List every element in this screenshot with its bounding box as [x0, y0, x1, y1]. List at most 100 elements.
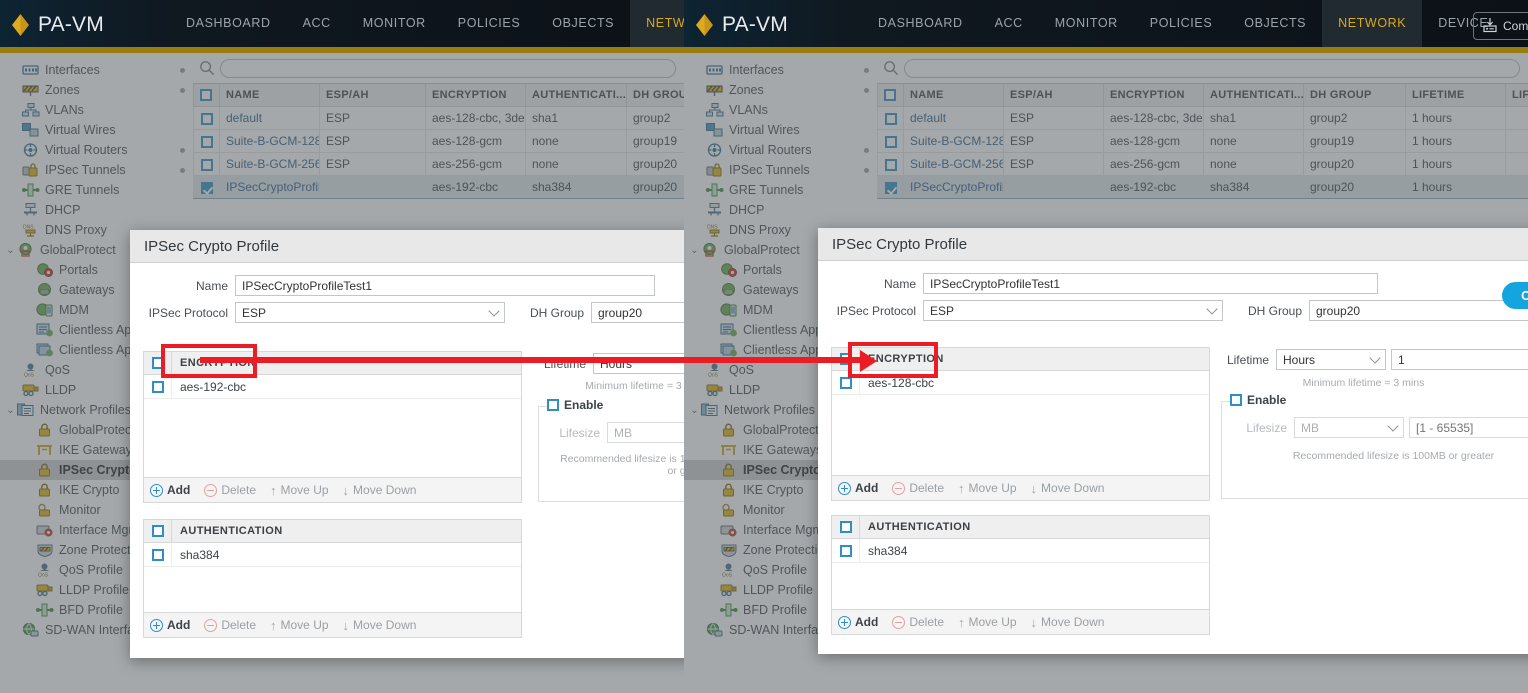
lifetime-unit-select[interactable]: Hours — [593, 353, 684, 374]
encryption-list-item[interactable]: aes-192-cbc — [144, 375, 521, 399]
encryption-select-all-cell[interactable] — [832, 348, 860, 370]
column-header-lif[interactable]: LIF — [1506, 84, 1528, 107]
authentication-delete-button[interactable]: Delete — [204, 618, 256, 632]
encryption-list-item[interactable]: aes-128-cbc — [832, 371, 1209, 395]
authentication-move-up-button[interactable]: ↑ Move Up — [270, 618, 329, 632]
nav-item-policies[interactable]: POLICIES — [1134, 0, 1228, 47]
sidebar-item-ipsec-tunnels[interactable]: IPSec Tunnels — [684, 160, 877, 180]
encryption-row-checkbox[interactable] — [152, 381, 164, 393]
column-header-authenticati[interactable]: AUTHENTICATI... — [1204, 84, 1304, 107]
ok-button[interactable]: OK — [1502, 282, 1528, 309]
sidebar-item-ipsec-tunnels[interactable]: IPSec Tunnels — [0, 160, 193, 180]
nav-item-monitor[interactable]: MONITOR — [1039, 0, 1134, 47]
authentication-listbox-after[interactable]: AUTHENTICATION sha384 Add — [831, 515, 1210, 635]
table-row[interactable]: Suite-B-GCM-256ESPaes-256-gcmnonegroup20… — [194, 153, 685, 176]
sidebar-item-gre-tunnels[interactable]: GRE Tunnels — [684, 180, 877, 200]
table-row[interactable]: Suite-B-GCM-256ESPaes-256-gcmnonegroup20… — [878, 153, 1528, 176]
sidebar-item-dhcp[interactable]: DHCP — [0, 200, 193, 220]
authentication-move-down-button[interactable]: ↓ Move Down — [343, 618, 417, 632]
encryption-select-all-checkbox[interactable] — [152, 357, 164, 369]
sidebar-item-virtual-routers[interactable]: Virtual Routers — [684, 140, 877, 160]
nav-item-policies[interactable]: POLICIES — [442, 0, 536, 47]
encryption-row-checkbox-cell[interactable] — [832, 371, 860, 394]
ipsec-protocol-select[interactable]: ESP — [235, 302, 505, 323]
lifesize-unit-select[interactable]: MB — [607, 422, 684, 443]
nav-item-dashboard[interactable]: DASHBOARD — [862, 0, 979, 47]
encryption-move-up-button[interactable]: ↑ Move Up — [958, 481, 1017, 495]
chevron-down-icon[interactable]: ⌄ — [4, 405, 17, 416]
column-header-name[interactable]: NAME — [220, 84, 320, 107]
table-row[interactable]: defaultESPaes-128-cbc, 3dessha1group21 h… — [878, 107, 1528, 130]
select-all-checkbox[interactable] — [884, 89, 896, 101]
authentication-list-item[interactable]: sha384 — [832, 539, 1209, 563]
name-input[interactable] — [235, 275, 655, 296]
lifetime-unit-select[interactable]: Hours — [1276, 349, 1386, 370]
encryption-listbox-after[interactable]: ENCRYPTION aes-128-cbc Add — [831, 347, 1210, 501]
sidebar-item-gre-tunnels[interactable]: GRE Tunnels — [0, 180, 193, 200]
encryption-listbox-before[interactable]: ENCRYPTION aes-192-cbc Add — [143, 351, 522, 503]
nav-item-acc[interactable]: ACC — [287, 0, 347, 47]
row-checkbox-cell[interactable] — [878, 176, 904, 199]
row-checkbox[interactable] — [885, 182, 897, 194]
encryption-row-checkbox-cell[interactable] — [144, 375, 172, 398]
sidebar-item-virtual-wires[interactable]: Virtual Wires — [684, 120, 877, 140]
table-row[interactable]: IPSecCryptoProfileTest1aes-192-cbcsha384… — [194, 176, 685, 199]
authentication-move-up-button[interactable]: ↑ Move Up — [958, 615, 1017, 629]
column-header-esp-ah[interactable]: ESP/AH — [320, 84, 426, 107]
chevron-down-icon[interactable]: ⌄ — [688, 245, 701, 256]
column-header-esp-ah[interactable]: ESP/AH — [1004, 84, 1104, 107]
dh-group-input[interactable] — [1309, 300, 1528, 321]
encryption-move-down-button[interactable]: ↓ Move Down — [343, 483, 417, 497]
row-checkbox-cell[interactable] — [878, 130, 904, 153]
encryption-add-button[interactable]: Add — [838, 481, 878, 495]
row-checkbox[interactable] — [201, 182, 213, 194]
ipsec-crypto-profiles-table[interactable]: NAMEESP/AHENCRYPTIONAUTHENTICATI...DH GR… — [193, 83, 684, 199]
select-all-header-cell[interactable] — [878, 84, 904, 107]
nav-item-objects[interactable]: OBJECTS — [1228, 0, 1322, 47]
row-checkbox-cell[interactable] — [194, 176, 220, 199]
table-row[interactable]: IPSecCryptoProfileTest1aes-192-cbcsha384… — [878, 176, 1528, 199]
authentication-row-checkbox-cell[interactable] — [832, 539, 860, 562]
authentication-row-checkbox[interactable] — [840, 545, 852, 557]
row-checkbox[interactable] — [201, 136, 213, 148]
nav-item-objects[interactable]: OBJECTS — [536, 0, 630, 47]
authentication-row-checkbox[interactable] — [152, 549, 164, 561]
authentication-row-checkbox-cell[interactable] — [144, 543, 172, 566]
lifesize-input[interactable] — [1409, 417, 1528, 438]
encryption-add-button[interactable]: Add — [150, 483, 190, 497]
row-checkbox[interactable] — [885, 136, 897, 148]
table-row[interactable]: defaultESPaes-128-cbc, 3dessha1group21 h… — [194, 107, 685, 130]
row-checkbox[interactable] — [885, 113, 897, 125]
encryption-delete-button[interactable]: Delete — [892, 481, 944, 495]
lifesize-unit-select[interactable]: MB — [1294, 417, 1404, 438]
sidebar-item-zones[interactable]: Zones — [684, 80, 877, 100]
nav-item-network[interactable]: NETWORK — [1322, 0, 1422, 47]
sidebar-item-zones[interactable]: Zones — [0, 80, 193, 100]
encryption-move-up-button[interactable]: ↑ Move Up — [270, 483, 329, 497]
encryption-move-down-button[interactable]: ↓ Move Down — [1031, 481, 1105, 495]
column-header-name[interactable]: NAME — [904, 84, 1004, 107]
encryption-delete-button[interactable]: Delete — [204, 483, 256, 497]
authentication-add-button[interactable]: Add — [838, 615, 878, 629]
column-header-dh-group[interactable]: DH GROUP — [1304, 84, 1406, 107]
name-input[interactable] — [923, 273, 1378, 294]
nav-item-monitor[interactable]: MONITOR — [347, 0, 442, 47]
column-header-encryption[interactable]: ENCRYPTION — [1104, 84, 1204, 107]
row-checkbox[interactable] — [885, 159, 897, 171]
column-header-dh-group[interactable]: DH GROUP — [627, 84, 685, 107]
sidebar-item-vlans[interactable]: VLANs — [0, 100, 193, 120]
enable-checkbox[interactable] — [547, 399, 559, 411]
search-input[interactable] — [220, 59, 676, 78]
chevron-down-icon[interactable]: ⌄ — [4, 245, 17, 256]
sidebar-item-vlans[interactable]: VLANs — [684, 100, 877, 120]
sidebar-item-virtual-routers[interactable]: Virtual Routers — [0, 140, 193, 160]
authentication-add-button[interactable]: Add — [150, 618, 190, 632]
table-row[interactable]: Suite-B-GCM-128ESPaes-128-gcmnonegroup19… — [194, 130, 685, 153]
authentication-select-all-checkbox[interactable] — [152, 525, 164, 537]
lifetime-value-input[interactable] — [1391, 349, 1528, 370]
row-checkbox-cell[interactable] — [194, 153, 220, 176]
authentication-move-down-button[interactable]: ↓ Move Down — [1031, 615, 1105, 629]
column-header-encryption[interactable]: ENCRYPTION — [426, 84, 526, 107]
encryption-row-checkbox[interactable] — [840, 377, 852, 389]
authentication-listbox-before[interactable]: AUTHENTICATION sha384 Add — [143, 519, 522, 638]
